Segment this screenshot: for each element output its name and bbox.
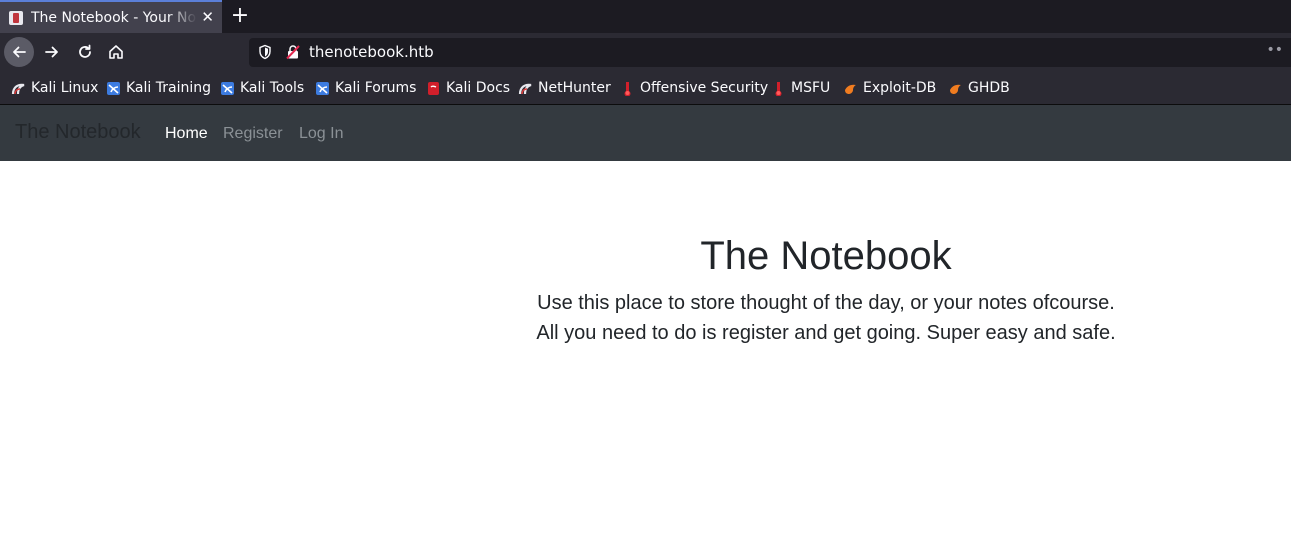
kali-training-icon xyxy=(107,81,120,95)
bookmark-kali-tools[interactable]: Kali Tools xyxy=(220,80,304,96)
nav-link-register[interactable]: Register xyxy=(223,125,283,143)
bookmark-msfu[interactable]: MSFU xyxy=(771,80,830,96)
bookmark-ghdb[interactable]: GHDB xyxy=(948,80,1010,96)
browser-tab[interactable]: The Notebook - Your Notes ✕ xyxy=(0,0,222,33)
site-brand-link[interactable]: The Notebook xyxy=(15,121,141,144)
bookmark-label: Kali Tools xyxy=(240,80,305,96)
bookmark-kali-linux[interactable]: Kali Linux xyxy=(11,80,98,96)
exploit-db-icon xyxy=(845,84,856,94)
home-button[interactable] xyxy=(101,37,131,67)
offsec-icon xyxy=(624,81,631,96)
close-tab-icon[interactable]: ✕ xyxy=(201,9,214,25)
nav-link-home[interactable]: Home xyxy=(165,125,208,143)
hero-description-line-1: Use this place to store thought of the d… xyxy=(537,292,1115,314)
msfu-icon xyxy=(775,81,782,96)
bookmark-label: Kali Docs xyxy=(446,80,511,96)
main-content: The Notebook Use this place to store tho… xyxy=(0,161,1291,540)
tab-title: The Notebook - Your Notes xyxy=(31,9,197,26)
ghdb-icon xyxy=(950,84,961,94)
bookmark-label: Kali Forums xyxy=(335,80,417,96)
kali-docs-icon xyxy=(428,81,439,95)
nethunter-icon xyxy=(518,83,532,94)
bookmark-kali-docs[interactable]: Kali Docs xyxy=(426,80,510,96)
navigation-toolbar: thenotebook.htb •• xyxy=(0,33,1291,72)
bookmark-kali-forums[interactable]: Kali Forums xyxy=(315,80,416,96)
notebook-favicon-icon xyxy=(9,10,23,25)
bookmark-kali-training[interactable]: Kali Training xyxy=(106,80,211,96)
nav-link-login[interactable]: Log In xyxy=(299,125,343,143)
bookmark-label: Kali Training xyxy=(126,80,211,96)
new-tab-button[interactable]: + xyxy=(229,3,251,29)
reload-button[interactable] xyxy=(70,37,100,67)
shield-icon[interactable] xyxy=(257,44,273,60)
url-bar[interactable]: thenotebook.htb •• xyxy=(249,38,1291,67)
url-text[interactable]: thenotebook.htb xyxy=(309,43,434,61)
bookmark-nethunter[interactable]: NetHunter xyxy=(518,80,611,96)
forward-button[interactable] xyxy=(37,37,67,67)
kali-tools-icon xyxy=(221,81,234,95)
bookmark-label: Kali Linux xyxy=(31,80,99,96)
bookmark-offensive-security[interactable]: Offensive Security xyxy=(620,80,768,96)
bookmark-label: Exploit-DB xyxy=(863,80,937,96)
tab-strip: The Notebook - Your Notes ✕ + xyxy=(0,0,1291,33)
back-button[interactable] xyxy=(4,37,34,67)
hero-description-line-2: All you need to do is register and get g… xyxy=(536,322,1116,344)
bookmark-label: GHDB xyxy=(968,80,1010,96)
bookmark-exploit-db[interactable]: Exploit-DB xyxy=(843,80,936,96)
hero-title: The Notebook xyxy=(700,234,952,278)
insecure-lock-icon[interactable] xyxy=(285,44,301,60)
kali-forums-icon xyxy=(316,81,329,95)
page-actions-icon[interactable]: •• xyxy=(1266,42,1283,58)
kali-dragon-icon xyxy=(11,83,25,94)
arrow-left-icon xyxy=(13,46,26,58)
bookmark-label: Offensive Security xyxy=(640,80,769,96)
bookmark-label: NetHunter xyxy=(538,80,611,96)
arrow-right-icon xyxy=(45,46,58,58)
home-icon xyxy=(109,45,123,59)
reload-icon xyxy=(79,44,91,58)
site-navbar: The Notebook Home Register Log In xyxy=(0,105,1291,161)
bookmark-label: MSFU xyxy=(791,80,831,96)
bookmarks-toolbar: Kali Linux Kali Training Kali Tools Kali… xyxy=(0,72,1291,105)
